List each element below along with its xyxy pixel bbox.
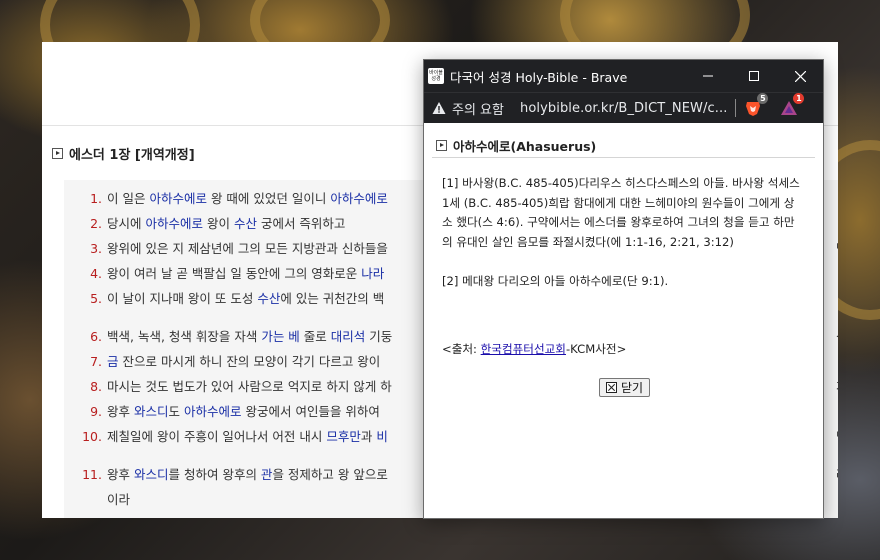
maximize-button[interactable] [731,60,777,92]
brave-shields-button[interactable]: 5 [744,93,769,117]
source-suffix: -KCM사전> [565,342,627,356]
entry-2: [2] 메대왕 다리오의 아들 아하수에로(단 9:1). [442,273,669,288]
verse-text: 왕후 [107,467,134,482]
chapter-title-text: 에스더 1장 [개역개정] [69,148,195,163]
verse-continuation: 이라 [107,492,131,507]
divider [735,99,737,117]
verse-number: 2. [90,216,102,231]
minimize-button[interactable] [685,60,731,92]
dictionary-title: 아하수에로(Ahasuerus) [453,139,597,154]
close-icon [794,70,806,82]
play-triangle-icon [52,148,63,159]
maximize-icon [749,71,759,81]
close-button-label: 닫기 [620,381,644,395]
verse-number: 7. [90,354,102,369]
keyword-link[interactable]: 수산 [257,291,280,306]
verse-number: 3. [90,241,102,256]
close-box-icon [605,382,617,393]
play-triangle-icon [436,140,447,151]
warning-icon[interactable] [432,101,446,115]
keyword-link[interactable]: 와스디 [134,467,169,482]
keyword-link[interactable]: 와스디 [134,404,169,419]
verse-text: 당시에 [107,216,146,231]
source-line: <출처: 한국컴퓨터선교회-KCM사전> [442,341,626,357]
verse-text: 에 있는 귀천간의 백 [280,291,385,306]
window-title: 다국어 성경 Holy-Bible - Brave [450,69,628,85]
verse-text: 왕 때에 있었던 일이니 [206,191,331,206]
verse-number: 8. [90,379,102,394]
verse-text: 제칠일에 왕이 주흥이 일어나서 어전 내시 [107,429,327,444]
entry-1: [1] 바사왕(B.C. 485-405)다리우스 히스다스페스의 아들. 바사… [442,176,800,249]
verse-number: 6. [90,329,102,344]
verse-number: 10. [82,429,102,444]
url-text[interactable]: holybible.or.kr/B_DICT_NEW/c... [520,101,727,116]
popup-window: 바이블 성경 다국어 성경 Holy-Bible - Brave 주의 요함 h… [423,59,824,519]
verse-text: 백색, 녹색, 청색 휘장을 자색 [107,329,262,344]
verse-text: 왕이 여러 날 곧 백팔십 일 동안에 그의 영화로운 [107,266,362,281]
dictionary-body: [1] 바사왕(B.C. 485-405)다리우스 히스다스페스의 아들. 바사… [442,174,804,291]
verse-text: 궁에서 즉위하고 [256,216,346,231]
verse-text: 왕궁에서 여인들을 위하여 [241,404,380,419]
verse-text: 잔으로 마시게 하니 잔의 모양이 각기 다르고 왕이 [118,354,381,369]
verse-text: 를 청하여 왕후의 [168,467,261,482]
verse-text: 왕이 [203,216,234,231]
verse-text-tail: 라 [836,464,838,483]
title-bar[interactable]: 바이블 성경 다국어 성경 Holy-Bible - Brave [424,60,823,92]
verse-text-tail: 게 [836,376,838,395]
keyword-link[interactable]: 나라 [361,266,384,281]
verse-text-tail: 석 [836,326,838,345]
minimize-icon [703,75,713,77]
keyword-link[interactable]: 관 [261,467,273,482]
verse-number: 5. [90,291,102,306]
verse-number: 1. [90,191,102,206]
verse-number: 11. [82,467,102,482]
rewards-count-badge: 1 [793,93,805,104]
verse-text: 과 [360,429,377,444]
verse-text: 기둥 [365,329,393,344]
close-window-button[interactable] [777,60,823,92]
address-bar[interactable]: 주의 요함 holybible.or.kr/B_DICT_NEW/c... 5 … [424,92,823,123]
brave-rewards-button[interactable]: 1 [780,93,805,117]
keyword-link[interactable]: 대리석 [331,329,366,344]
keyword-link[interactable]: 금 [107,354,119,369]
divider [432,157,815,158]
verse-number: 4. [90,266,102,281]
verse-text: 왕위에 있은 지 제삼년에 그의 모든 지방관과 신하들을 [107,241,388,256]
dictionary-heading: 아하수에로(Ahasuerus) [436,136,596,155]
dictionary-content: 아하수에로(Ahasuerus) [1] 바사왕(B.C. 485-405)다리… [424,124,823,518]
verse-text: 줄로 [299,329,331,344]
keyword-link[interactable]: 므후만 [326,429,361,444]
verse-text: 을 정제하고 왕 앞으로 [272,467,388,482]
keyword-link[interactable]: 비 [376,429,388,444]
verse-text: 도 [168,404,184,419]
verse-number: 9. [90,404,102,419]
security-label[interactable]: 주의 요함 [452,99,504,118]
keyword-link[interactable]: 아하수에로 [149,191,207,206]
source-link[interactable]: 한국컴퓨터선교회 [481,342,566,356]
close-button[interactable]: 닫기 [599,378,650,397]
keyword-link[interactable]: 아하수에로 [145,216,203,231]
verse-text-tail: 방 [836,238,838,257]
verse-text: 이 일은 [107,191,150,206]
verse-text: 왕후 [107,404,134,419]
source-prefix: <출처: [442,342,481,356]
keyword-link[interactable]: 아하수에로 [330,191,388,206]
verse-text: 마시는 것도 법도가 있어 사람으로 억지로 하지 않게 하 [107,379,392,394]
verse-text-tail: 명 [836,426,838,445]
keyword-link[interactable]: 가는 베 [261,329,299,344]
chapter-title: 에스더 1장 [개역개정] [52,144,195,163]
app-icon: 바이블 성경 [428,68,444,84]
keyword-link[interactable]: 아하수에로 [184,404,242,419]
keyword-link[interactable]: 수산 [234,216,257,231]
verse-text: 이 날이 지나매 왕이 또 도성 [107,291,258,306]
shields-count-badge: 5 [757,93,769,104]
